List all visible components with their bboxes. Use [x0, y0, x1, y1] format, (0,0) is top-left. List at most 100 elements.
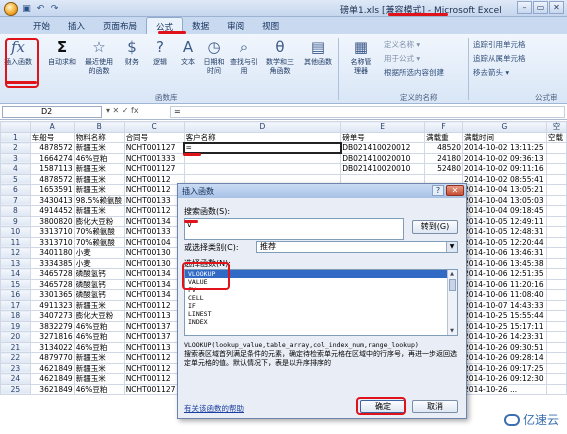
cell[interactable]: NCHT00112	[123, 362, 185, 374]
chevron-down-icon[interactable]: ▼	[446, 242, 457, 252]
cell[interactable]: NCHT00130	[123, 257, 185, 269]
cell[interactable]	[545, 215, 567, 227]
row-header[interactable]: 22	[0, 352, 31, 364]
formula-buttons[interactable]: ▾ ✕ ✓ fx	[106, 106, 139, 115]
cell[interactable]: 新疆玉米	[73, 205, 125, 217]
cell[interactable]: 3465728	[29, 278, 75, 290]
cell[interactable]	[545, 257, 567, 269]
cell[interactable]: NCHT001127	[123, 383, 185, 395]
cell[interactable]: 磷酸氢钙	[73, 289, 125, 301]
financial-button[interactable]: $ 财务	[117, 36, 147, 67]
tab-page-layout[interactable]: 页面布局	[94, 17, 146, 34]
function-item-index[interactable]: INDEX	[185, 318, 457, 326]
cell[interactable]: 3832279	[29, 320, 75, 332]
cell[interactable]: NCHT00113	[123, 310, 185, 322]
define-name-button[interactable]: 定义名称 ▾	[384, 39, 420, 50]
tab-view[interactable]: 视图	[253, 17, 288, 34]
cell[interactable]: 4911323	[29, 299, 75, 311]
cell[interactable]: 2014-10-26 09:30:51	[461, 341, 547, 353]
cell[interactable]: NCHT00112	[123, 352, 185, 364]
logical-button[interactable]: ? 逻辑	[145, 36, 175, 67]
recent-functions-button[interactable]: ☆ 最近使用的函数	[82, 36, 116, 76]
cell[interactable]: 46%豆粕	[73, 331, 125, 343]
cell[interactable]	[545, 184, 567, 196]
scroll-down-icon[interactable]: ▼	[448, 327, 456, 335]
cell[interactable]: NCHT001333	[123, 152, 185, 164]
autosum-button[interactable]: Σ 自动求和	[47, 36, 77, 67]
cell[interactable]: DB021410020010	[340, 152, 426, 164]
cell[interactable]: 46%豆粕	[73, 383, 125, 395]
row-header[interactable]: 9	[0, 215, 31, 227]
cell[interactable]: 车船号	[29, 131, 75, 143]
lookup-reference-button[interactable]: ⌕ 查找与引用	[228, 36, 260, 76]
corner-cell[interactable]	[0, 121, 31, 133]
cell[interactable]: NCHT00130	[123, 247, 185, 259]
cell[interactable]: 3271816	[29, 331, 75, 343]
cell[interactable]: 磷酸氢钙	[73, 278, 125, 290]
cell[interactable]: 52480	[424, 163, 463, 175]
cell[interactable]	[183, 163, 342, 175]
cell[interactable]: 2014-10-04 13:05:03	[461, 194, 547, 206]
function-list-scrollbar[interactable]: ▲ ▼	[447, 270, 457, 335]
column-header[interactable]: B	[73, 121, 125, 133]
tab-home[interactable]: 开始	[24, 17, 59, 34]
tab-review[interactable]: 审阅	[218, 17, 253, 34]
cell[interactable]	[183, 152, 342, 164]
undo-icon[interactable]: ↶	[35, 4, 46, 15]
cell[interactable]	[545, 310, 567, 322]
office-button[interactable]	[4, 2, 18, 16]
cell[interactable]	[545, 299, 567, 311]
cell[interactable]: 2014-10-26 09:28:14	[461, 352, 547, 364]
function-help-link[interactable]: 有关该函数的帮助	[184, 403, 244, 414]
active-cell[interactable]: =	[183, 141, 342, 154]
cell[interactable]: 3621849	[29, 383, 75, 395]
cell[interactable]	[545, 152, 567, 164]
cell[interactable]: 3313710	[29, 236, 75, 248]
cell[interactable]: 3334385	[29, 257, 75, 269]
cell[interactable]: NCHT00112	[123, 299, 185, 311]
row-header[interactable]: 21	[0, 341, 31, 353]
cell[interactable]: 1653591	[29, 184, 75, 196]
cell[interactable]: 新疆玉米	[73, 352, 125, 364]
cell[interactable]: 46%豆粕	[73, 152, 125, 164]
search-function-input[interactable]: v	[184, 218, 404, 240]
cell[interactable]: NCHT00137	[123, 331, 185, 343]
row-header[interactable]: 24	[0, 373, 31, 385]
cell[interactable]: 小麦	[73, 247, 125, 259]
close-window-button[interactable]: ✕	[549, 1, 564, 14]
cell[interactable]: 小麦	[73, 257, 125, 269]
use-in-formula-button[interactable]: 用于公式 ▾	[384, 53, 420, 64]
cell[interactable]	[545, 373, 567, 385]
row-header[interactable]: 20	[0, 331, 31, 343]
formula-input[interactable]: =	[170, 106, 565, 118]
cell[interactable]: 2014-10-07 14:43:33	[461, 299, 547, 311]
function-item-cell[interactable]: CELL	[185, 294, 457, 302]
math-trig-button[interactable]: θ 数学和三角函数	[262, 36, 298, 76]
scroll-thumb[interactable]	[449, 279, 456, 291]
cell[interactable]	[545, 278, 567, 290]
cell[interactable]: 满载重	[424, 131, 463, 143]
cell[interactable]: 4878572	[29, 142, 75, 154]
cell[interactable]: NCHT00134	[123, 268, 185, 280]
row-header[interactable]: 6	[0, 184, 31, 196]
help-icon[interactable]: ?	[432, 185, 444, 196]
cell[interactable]: 磅单号	[340, 131, 426, 143]
cancel-button[interactable]: 取消	[412, 400, 458, 413]
cell[interactable]: 4879770	[29, 352, 75, 364]
row-header[interactable]: 18	[0, 310, 31, 322]
cell[interactable]: 新疆玉米	[73, 373, 125, 385]
cell[interactable]: 新疆玉米	[73, 362, 125, 374]
cell[interactable]: 2014-10-05 12:49:11	[461, 215, 547, 227]
cell[interactable]: 3430413	[29, 194, 75, 206]
cell[interactable]: NCHT00134	[123, 289, 185, 301]
row-header[interactable]: 11	[0, 236, 31, 248]
category-select[interactable]: 推荐 ▼	[256, 241, 458, 253]
cell[interactable]: 满载时间	[461, 131, 547, 143]
cell[interactable]: 4878572	[29, 173, 75, 185]
cell[interactable]: NCHT00112	[123, 373, 185, 385]
cell[interactable]: 3465728	[29, 268, 75, 280]
row-header[interactable]: 12	[0, 247, 31, 259]
cell[interactable]: NCHT00134	[123, 215, 185, 227]
cell[interactable]	[545, 247, 567, 259]
row-header[interactable]: 4	[0, 163, 31, 175]
